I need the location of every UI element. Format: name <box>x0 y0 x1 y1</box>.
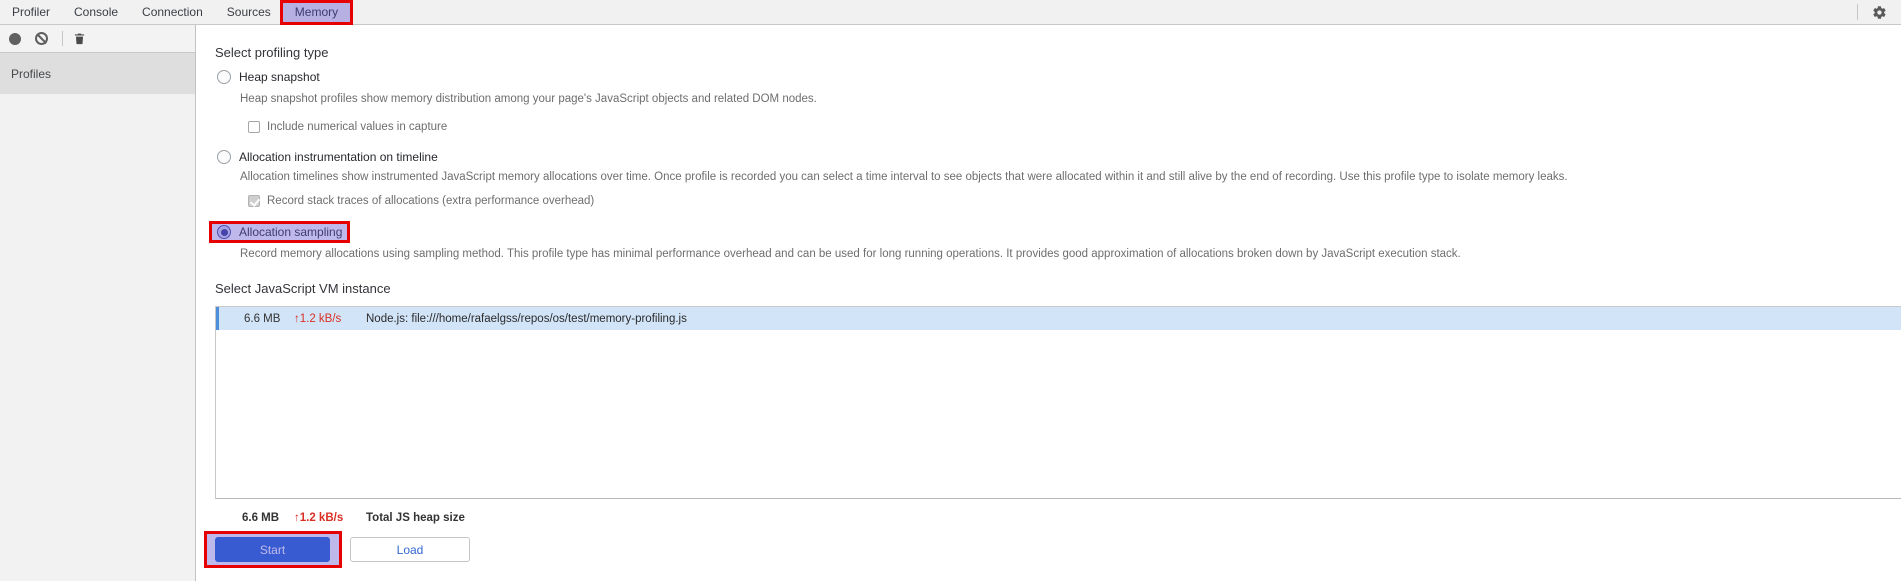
checkbox-record-stack-traces[interactable] <box>248 195 260 207</box>
tab-connection[interactable]: Connection <box>130 0 215 24</box>
checkbox-include-numerical-values[interactable] <box>248 121 260 133</box>
total-heap-size-value: 6.6 MB <box>242 512 280 524</box>
tab-sources[interactable]: Sources <box>215 0 283 24</box>
vm-instance-name: Node.js: file:///home/rafaelgss/repos/os… <box>366 312 687 325</box>
vm-heap-size: 6.6 MB <box>244 312 281 325</box>
gear-icon[interactable] <box>1872 5 1887 20</box>
vm-instance-list: 6.6 MB ↑1.2 kB/s Node.js: file:///home/r… <box>215 306 1901 499</box>
profiling-type-heading: Select profiling type <box>215 45 329 60</box>
vm-instance-row[interactable]: 6.6 MB ↑1.2 kB/s Node.js: file:///home/r… <box>216 307 1901 330</box>
radio-allocation-timeline-label[interactable]: Allocation instrumentation on timeline <box>239 150 438 164</box>
profiles-header-label: Profiles <box>11 66 52 81</box>
heap-total-summary: 6.6 MB ↑1.2 kB/s Total JS heap size <box>215 512 1901 524</box>
tabbar-spacer <box>350 0 1857 24</box>
total-heap-size-label: Total JS heap size <box>366 512 465 524</box>
tabbar-right <box>1857 0 1901 24</box>
radio-heap-snapshot[interactable] <box>217 70 231 84</box>
profiles-list-empty <box>0 94 195 581</box>
allocation-sampling-description: Record memory allocations using sampling… <box>240 248 1461 260</box>
vm-instance-heading: Select JavaScript VM instance <box>215 281 391 296</box>
radio-allocation-sampling[interactable] <box>217 225 231 239</box>
action-buttons-row: Start Load <box>204 531 1901 568</box>
toolbar-separator <box>62 31 63 46</box>
checkbox-include-numerical-values-label[interactable]: Include numerical values in capture <box>267 121 447 133</box>
tab-memory[interactable]: Memory <box>279 0 354 25</box>
allocation-timeline-description: Allocation timelines show instrumented J… <box>240 171 1568 183</box>
checkbox-row-stack-traces: Record stack traces of allocations (extr… <box>248 195 1901 207</box>
tab-profiler[interactable]: Profiler <box>0 0 62 24</box>
heap-snapshot-description: Heap snapshot profiles show memory distr… <box>240 93 817 105</box>
profiles-toolbar <box>0 25 195 53</box>
vm-allocation-rate: ↑1.2 kB/s <box>294 312 342 325</box>
radio-heap-snapshot-label[interactable]: Heap snapshot <box>239 70 320 84</box>
clear-icon[interactable] <box>35 32 48 45</box>
option-allocation-sampling: Allocation sampling <box>209 221 1901 243</box>
checkbox-record-stack-traces-label[interactable]: Record stack traces of allocations (extr… <box>267 195 594 207</box>
tabbar-separator <box>1857 4 1858 20</box>
profiles-section-header: Profiles <box>0 53 195 94</box>
memory-sidebar: Profiles <box>0 25 196 581</box>
tab-memory-label: Memory <box>294 5 339 19</box>
total-allocation-rate: ↑1.2 kB/s <box>294 512 344 524</box>
trash-icon[interactable] <box>73 32 86 46</box>
devtools-tabbar: Profiler Console Connection Sources Memo… <box>0 0 1901 25</box>
start-button[interactable]: Start <box>215 537 330 562</box>
checkbox-row-numeric-values: Include numerical values in capture <box>248 121 1901 133</box>
option-heap-snapshot: Heap snapshot <box>215 70 1901 84</box>
radio-allocation-sampling-label[interactable]: Allocation sampling <box>239 225 342 239</box>
option-allocation-timeline: Allocation instrumentation on timeline <box>215 150 1901 164</box>
record-icon[interactable] <box>9 32 21 45</box>
radio-allocation-timeline[interactable] <box>217 150 231 164</box>
load-button[interactable]: Load <box>350 537 470 562</box>
tab-console[interactable]: Console <box>62 0 130 24</box>
memory-panel: Select profiling type Heap snapshot Heap… <box>196 25 1901 581</box>
